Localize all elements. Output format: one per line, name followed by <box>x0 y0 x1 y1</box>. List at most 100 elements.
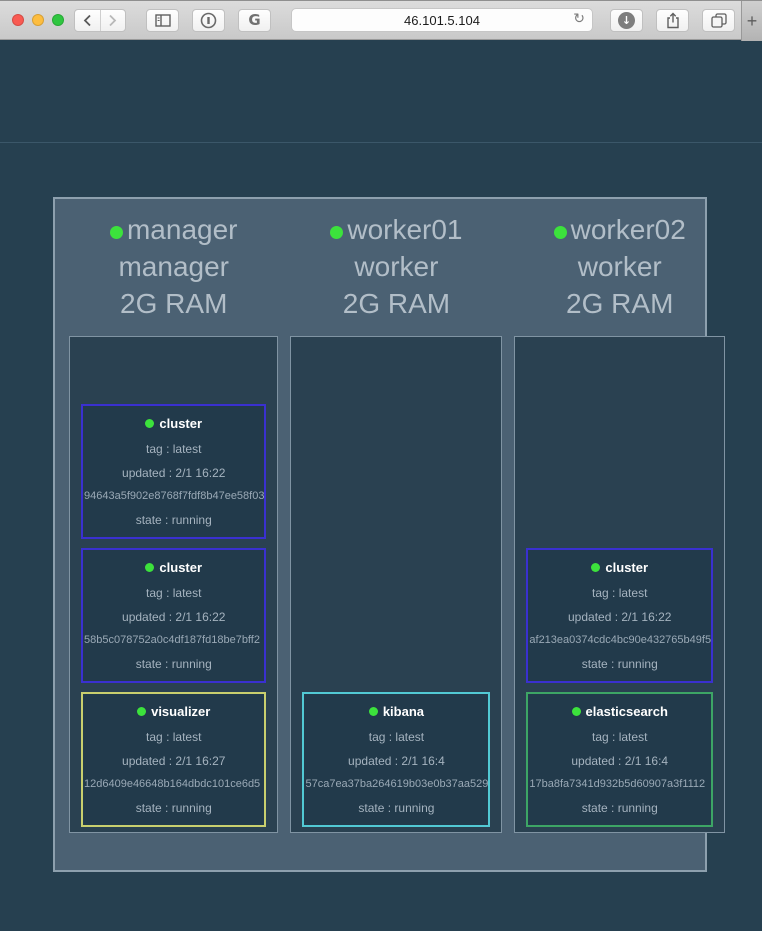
window-controls <box>12 14 64 26</box>
container-updated: updated : 2/1 16:4 <box>304 754 488 768</box>
container-state: state : running <box>528 657 711 671</box>
container-name: cluster <box>605 560 648 575</box>
container-state: state : running <box>83 657 264 671</box>
node-container-box: cluster tag : latest updated : 2/1 16:22… <box>69 336 278 833</box>
app-header-band <box>0 40 762 143</box>
container-state: state : running <box>528 801 711 815</box>
container-id: af213ea0374cdc4bc90e432765b49f5 <box>528 634 711 646</box>
container-name: cluster <box>159 416 202 431</box>
node-role: worker <box>514 248 725 285</box>
node-header: worker02 worker 2G RAM <box>514 199 725 336</box>
container-card-cluster: cluster tag : latest updated : 2/1 16:22… <box>81 404 266 539</box>
container-name: kibana <box>383 704 424 719</box>
downloads-button[interactable]: ↓ <box>610 9 643 32</box>
container-id: 17ba8fa7341d932b5d60907a3f1112 <box>528 778 711 790</box>
overlapping-squares-icon <box>711 13 727 28</box>
node-name: worker02 <box>571 214 686 245</box>
container-name: visualizer <box>151 704 210 719</box>
container-tag: tag : latest <box>83 586 264 600</box>
node-name-line: worker02 <box>514 211 725 248</box>
browser-window: G 46.101.5.104 ↻ ↓ + <box>0 0 762 931</box>
container-title: cluster <box>83 416 264 431</box>
container-name: elasticsearch <box>586 704 668 719</box>
download-icon: ↓ <box>618 12 635 29</box>
minimize-window-button[interactable] <box>32 14 44 26</box>
tab-overview-button[interactable] <box>702 9 735 32</box>
container-updated: updated : 2/1 16:27 <box>83 754 264 768</box>
forward-button[interactable] <box>101 10 126 31</box>
container-title: cluster <box>528 560 711 575</box>
container-status-dot-icon <box>145 563 154 572</box>
share-button[interactable] <box>656 9 689 32</box>
node-header: manager manager 2G RAM <box>69 199 278 336</box>
container-id: 12d6409e46648b164dbdc101ce6d5 <box>83 778 264 790</box>
container-id: 58b5c078752a0c4df187fd18be7bff2 <box>83 634 264 646</box>
node-name-line: worker01 <box>290 211 502 248</box>
node-columns: manager manager 2G RAM cluster tag : lat… <box>69 199 691 870</box>
chevron-right-icon <box>108 14 117 27</box>
container-tag: tag : latest <box>83 730 264 744</box>
share-icon <box>666 12 680 29</box>
page-content: manager manager 2G RAM cluster tag : lat… <box>0 40 762 930</box>
history-nav-group <box>74 9 126 32</box>
container-tag: tag : latest <box>528 730 711 744</box>
container-state: state : running <box>83 513 264 527</box>
close-window-button[interactable] <box>12 14 24 26</box>
node-name-line: manager <box>69 211 278 248</box>
extension-g-button[interactable]: G <box>238 9 271 32</box>
extension-one-button[interactable] <box>192 9 225 32</box>
container-card-elasticsearch: elasticsearch tag : latest updated : 2/1… <box>526 692 713 827</box>
sidebar-button[interactable] <box>146 9 179 32</box>
container-status-dot-icon <box>572 707 581 716</box>
node-container-box: cluster tag : latest updated : 2/1 16:22… <box>514 336 725 833</box>
node-role: manager <box>69 248 278 285</box>
node-ram: 2G RAM <box>514 285 725 322</box>
node-worker01: worker01 worker 2G RAM kibana tag : late… <box>290 199 502 870</box>
container-status-dot-icon <box>137 707 146 716</box>
node-role: worker <box>290 248 502 285</box>
circled-one-icon <box>200 12 217 29</box>
container-state: state : running <box>304 801 488 815</box>
back-button[interactable] <box>75 10 100 31</box>
container-state: state : running <box>83 801 264 815</box>
container-id: 94643a5f902e8768f7fdf8b47ee58f03 <box>83 490 264 502</box>
chevron-left-icon <box>83 14 92 27</box>
plus-icon: + <box>747 11 758 32</box>
visualizer-panel: manager manager 2G RAM cluster tag : lat… <box>53 197 707 872</box>
node-name: manager <box>127 214 238 245</box>
container-title: elasticsearch <box>528 704 711 719</box>
container-updated: updated : 2/1 16:22 <box>83 466 264 480</box>
container-title: kibana <box>304 704 488 719</box>
container-card-visualizer: visualizer tag : latest updated : 2/1 16… <box>81 692 266 827</box>
browser-toolbar: G 46.101.5.104 ↻ ↓ + <box>0 0 762 40</box>
node-worker02: worker02 worker 2G RAM cluster tag : lat… <box>514 199 725 870</box>
reload-icon[interactable]: ↻ <box>573 11 585 27</box>
container-card-cluster: cluster tag : latest updated : 2/1 16:22… <box>526 548 713 683</box>
sidebar-icon <box>155 14 171 27</box>
container-updated: updated : 2/1 16:22 <box>83 610 264 624</box>
container-id: 57ca7ea37ba264619b03e0b37aa529 <box>304 778 488 790</box>
container-name: cluster <box>159 560 202 575</box>
container-title: visualizer <box>83 704 264 719</box>
container-tag: tag : latest <box>528 586 711 600</box>
node-status-dot-icon <box>554 226 567 239</box>
node-manager: manager manager 2G RAM cluster tag : lat… <box>69 199 278 870</box>
letter-g-icon: G <box>248 11 260 29</box>
container-status-dot-icon <box>369 707 378 716</box>
container-title: cluster <box>83 560 264 575</box>
node-container-box: kibana tag : latest updated : 2/1 16:4 5… <box>290 336 502 833</box>
container-updated: updated : 2/1 16:22 <box>528 610 711 624</box>
address-bar[interactable]: 46.101.5.104 ↻ <box>291 8 593 32</box>
node-ram: 2G RAM <box>69 285 278 322</box>
node-header: worker01 worker 2G RAM <box>290 199 502 336</box>
node-status-dot-icon <box>110 226 123 239</box>
container-card-kibana: kibana tag : latest updated : 2/1 16:4 5… <box>302 692 490 827</box>
container-tag: tag : latest <box>83 442 264 456</box>
container-tag: tag : latest <box>304 730 488 744</box>
container-card-cluster: cluster tag : latest updated : 2/1 16:22… <box>81 548 266 683</box>
container-status-dot-icon <box>145 419 154 428</box>
container-status-dot-icon <box>591 563 600 572</box>
zoom-window-button[interactable] <box>52 14 64 26</box>
url-text: 46.101.5.104 <box>404 13 480 28</box>
new-tab-button[interactable]: + <box>741 1 762 41</box>
